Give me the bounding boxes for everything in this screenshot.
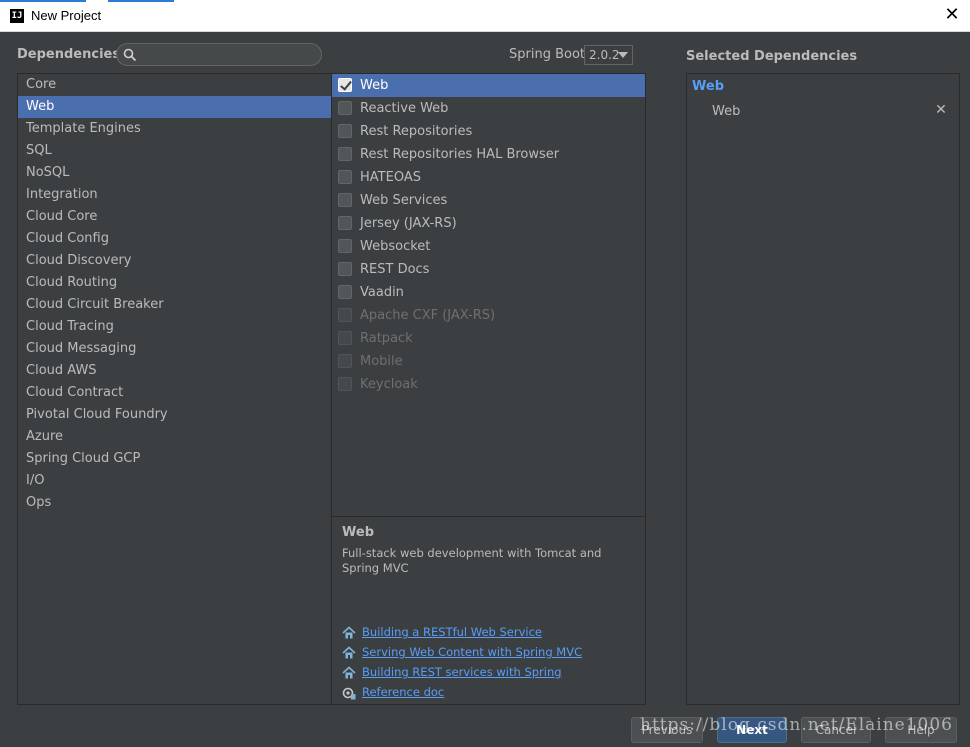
close-icon: ✕ bbox=[944, 4, 960, 25]
checkbox[interactable] bbox=[338, 101, 352, 115]
dependency-item-jersey[interactable]: Jersey (JAX-RS) bbox=[332, 212, 645, 235]
category-item-template-engines[interactable]: Template Engines bbox=[18, 118, 331, 140]
description-text: Full-stack web development with Tomcat a… bbox=[342, 546, 602, 575]
dependency-label: Apache CXF (JAX-RS) bbox=[360, 308, 496, 323]
dependency-item-ratpack: Ratpack bbox=[332, 327, 645, 350]
category-item-cloud-discovery[interactable]: Cloud Discovery bbox=[18, 250, 331, 272]
category-item-azure[interactable]: Azure bbox=[18, 426, 331, 448]
selected-dependency-item: Web bbox=[712, 104, 741, 119]
checkbox[interactable] bbox=[338, 262, 352, 276]
dependency-description: Web Full-stack web development with Tomc… bbox=[332, 516, 645, 704]
dependency-label: Ratpack bbox=[360, 331, 413, 346]
dependency-item-reactive-web[interactable]: Reactive Web bbox=[332, 97, 645, 120]
title-accent bbox=[108, 0, 174, 2]
dependency-label: REST Docs bbox=[360, 262, 430, 277]
remove-dependency-button[interactable]: ✕ bbox=[934, 102, 948, 118]
dependency-label: Jersey (JAX-RS) bbox=[360, 216, 457, 231]
dependency-label: Web Services bbox=[360, 193, 448, 208]
dependency-label: Reactive Web bbox=[360, 101, 449, 116]
link-building-rest-services[interactable]: Building REST services with Spring bbox=[362, 665, 562, 679]
dependency-label: HATEOAS bbox=[360, 170, 421, 185]
category-item-sql[interactable]: SQL bbox=[18, 140, 331, 162]
description-title: Web bbox=[342, 525, 374, 540]
spring-boot-version-select[interactable]: 2.0.2 bbox=[584, 45, 633, 65]
close-icon: ✕ bbox=[935, 102, 947, 118]
spring-boot-version: 2.0.2 bbox=[589, 48, 620, 62]
dependency-item-keycloak: Keycloak bbox=[332, 373, 645, 396]
cancel-button[interactable]: Cancel bbox=[801, 717, 871, 743]
dependency-item-web[interactable]: Web bbox=[332, 74, 645, 97]
category-item-cloud-aws[interactable]: Cloud AWS bbox=[18, 360, 331, 382]
selected-group-title: Web bbox=[692, 79, 724, 94]
checkbox[interactable] bbox=[338, 193, 352, 207]
category-item-integration[interactable]: Integration bbox=[18, 184, 331, 206]
search-box[interactable] bbox=[116, 43, 322, 66]
dependency-label: Vaadin bbox=[360, 285, 404, 300]
next-button[interactable]: Next bbox=[717, 717, 787, 743]
dependency-item-hateoas[interactable]: HATEOAS bbox=[332, 166, 645, 189]
dependency-label: Websocket bbox=[360, 239, 431, 254]
category-item-cloud-core[interactable]: Cloud Core bbox=[18, 206, 331, 228]
dependency-label: Mobile bbox=[360, 354, 403, 369]
category-item-cloud-config[interactable]: Cloud Config bbox=[18, 228, 331, 250]
previous-button[interactable]: Previous bbox=[631, 717, 703, 743]
dependency-label: Keycloak bbox=[360, 377, 418, 392]
dependency-item-rest-docs[interactable]: REST Docs bbox=[332, 258, 645, 281]
dependencies-label: Dependencies bbox=[17, 47, 121, 62]
category-item-web[interactable]: Web bbox=[18, 96, 331, 118]
gear-doc-icon bbox=[342, 687, 356, 700]
category-list[interactable]: Core Web Template Engines SQL NoSQL Inte… bbox=[17, 73, 332, 705]
category-item-core[interactable]: Core bbox=[18, 74, 331, 96]
checkbox-checked[interactable] bbox=[338, 78, 352, 92]
checkbox[interactable] bbox=[338, 285, 352, 299]
search-input[interactable] bbox=[141, 45, 317, 64]
home-icon bbox=[342, 646, 356, 659]
dependency-label: Rest Repositories HAL Browser bbox=[360, 147, 560, 162]
dependency-item-mobile: Mobile bbox=[332, 350, 645, 373]
checkbox[interactable] bbox=[338, 124, 352, 138]
dependency-label: Web bbox=[360, 78, 389, 93]
intellij-app-icon: IJ bbox=[10, 9, 24, 23]
selected-dependencies-panel: Web Web ✕ bbox=[686, 73, 960, 705]
help-button[interactable]: Help bbox=[885, 717, 957, 743]
dependency-label: Rest Repositories bbox=[360, 124, 473, 139]
category-item-cloud-tracing[interactable]: Cloud Tracing bbox=[18, 316, 331, 338]
home-icon bbox=[342, 626, 356, 639]
category-item-pivotal-cloud-foundry[interactable]: Pivotal Cloud Foundry bbox=[18, 404, 331, 426]
link-reference-doc[interactable]: Reference doc bbox=[362, 685, 444, 699]
category-item-io[interactable]: I/O bbox=[18, 470, 331, 492]
dependency-item-web-services[interactable]: Web Services bbox=[332, 189, 645, 212]
home-icon bbox=[342, 666, 356, 679]
category-item-ops[interactable]: Ops bbox=[18, 492, 331, 514]
search-icon bbox=[123, 48, 137, 62]
category-item-spring-cloud-gcp[interactable]: Spring Cloud GCP bbox=[18, 448, 331, 470]
checkbox-disabled bbox=[338, 354, 352, 368]
checkbox-disabled bbox=[338, 377, 352, 391]
checkbox[interactable] bbox=[338, 170, 352, 184]
category-item-cloud-routing[interactable]: Cloud Routing bbox=[18, 272, 331, 294]
category-item-nosql[interactable]: NoSQL bbox=[18, 162, 331, 184]
chevron-down-icon bbox=[618, 52, 628, 58]
window-close-button[interactable]: ✕ bbox=[940, 3, 964, 27]
checkbox[interactable] bbox=[338, 239, 352, 253]
window-title: New Project bbox=[31, 8, 102, 23]
category-item-cloud-messaging[interactable]: Cloud Messaging bbox=[18, 338, 331, 360]
category-item-cloud-circuit-breaker[interactable]: Cloud Circuit Breaker bbox=[18, 294, 331, 316]
checkbox[interactable] bbox=[338, 216, 352, 230]
checkbox-disabled bbox=[338, 308, 352, 322]
dependency-item-vaadin[interactable]: Vaadin bbox=[332, 281, 645, 304]
checkbox-disabled bbox=[338, 331, 352, 345]
dependency-item-rest-repositories-hal-browser[interactable]: Rest Repositories HAL Browser bbox=[332, 143, 645, 166]
title-bar: IJ New Project ✕ bbox=[0, 0, 970, 32]
category-item-cloud-contract[interactable]: Cloud Contract bbox=[18, 382, 331, 404]
checkbox[interactable] bbox=[338, 147, 352, 161]
title-accent bbox=[0, 0, 86, 2]
selected-dependencies-label: Selected Dependencies bbox=[686, 49, 858, 64]
spring-boot-label: Spring Boot bbox=[509, 47, 586, 62]
dependency-item-rest-repositories[interactable]: Rest Repositories bbox=[332, 120, 645, 143]
link-serving-web-content[interactable]: Serving Web Content with Spring MVC bbox=[362, 645, 582, 659]
dependency-item-websocket[interactable]: Websocket bbox=[332, 235, 645, 258]
dependency-item-apache-cxf: Apache CXF (JAX-RS) bbox=[332, 304, 645, 327]
link-building-restful-web-service[interactable]: Building a RESTful Web Service bbox=[362, 625, 542, 639]
